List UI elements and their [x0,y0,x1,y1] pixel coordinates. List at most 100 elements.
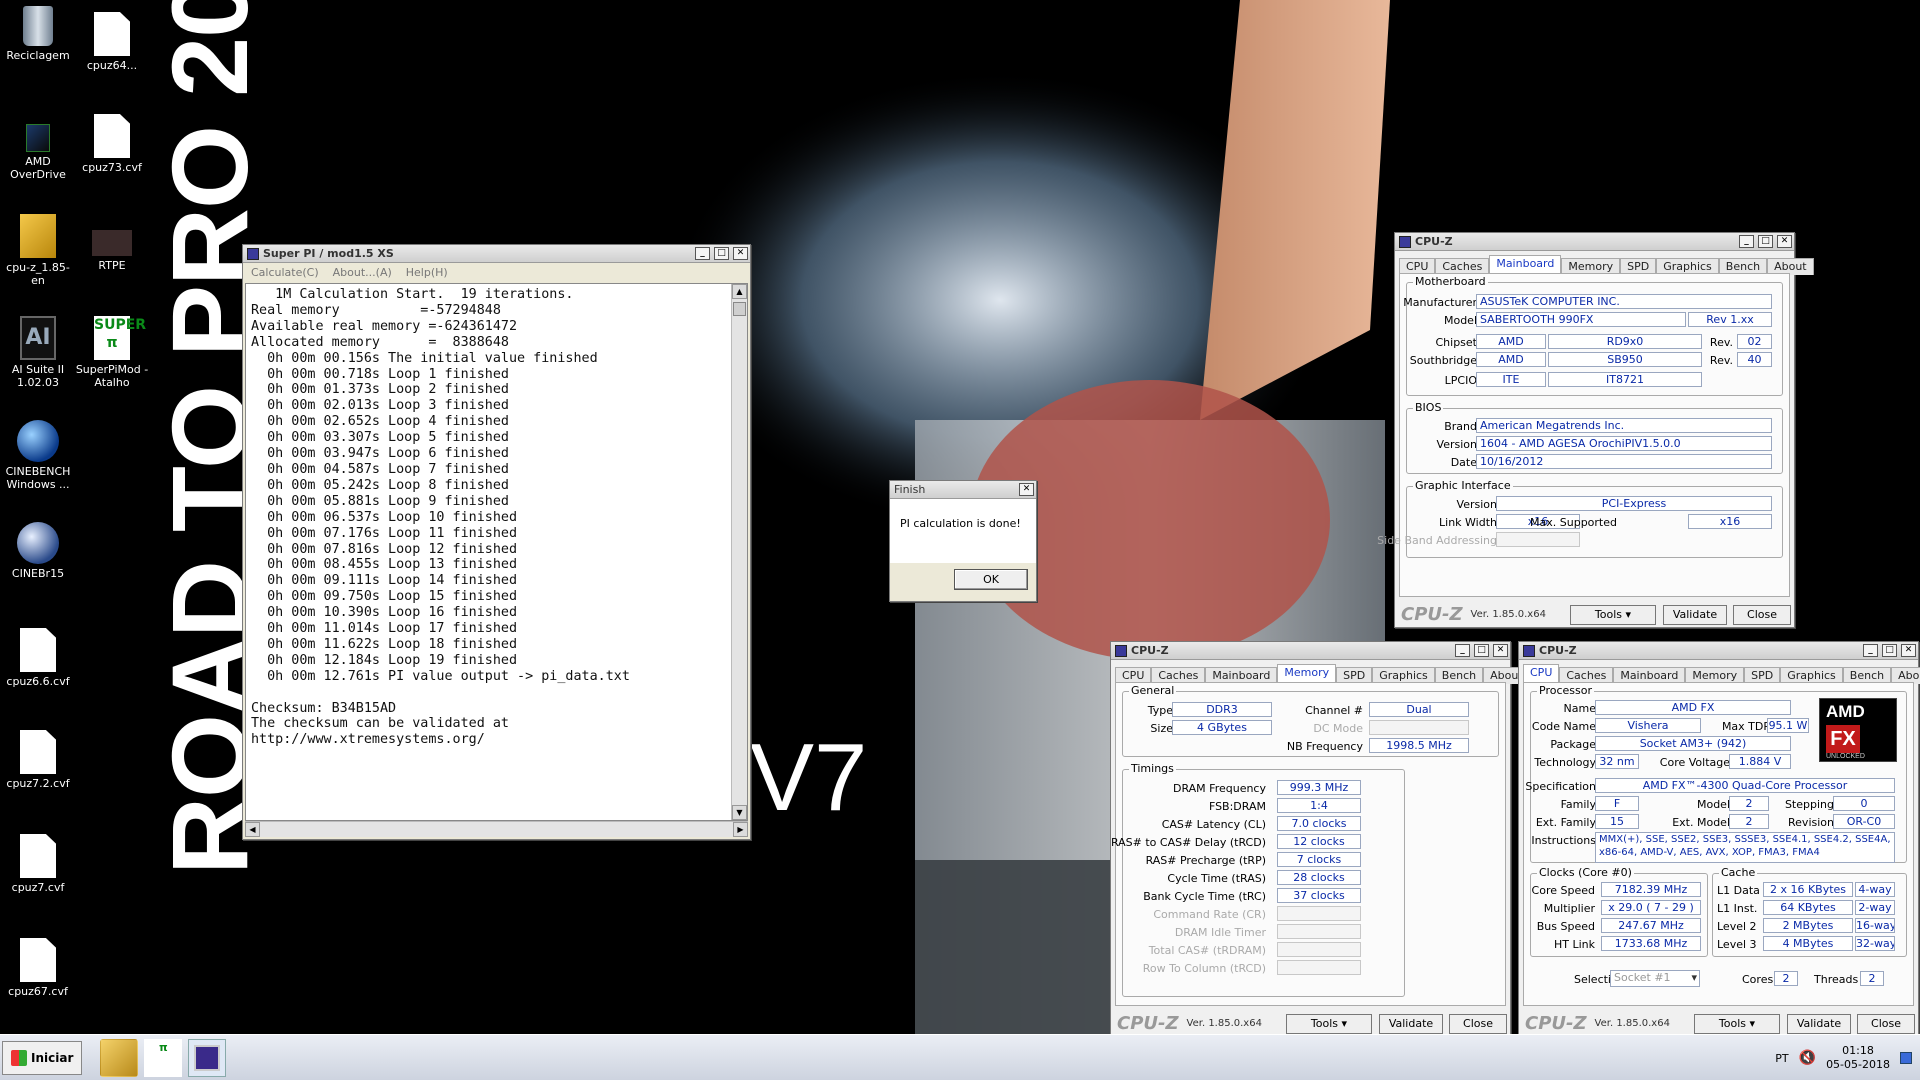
maximize-button[interactable]: □ [714,247,729,260]
clock-date: 05-05-2018 [1826,1058,1890,1071]
validate-button[interactable]: Validate [1787,1014,1851,1034]
cpuz-titlebar[interactable]: CPU-Z _ □ ✕ [1395,233,1794,251]
motherboard-group-label: Motherboard [1413,275,1488,288]
desktop-icon-cpuz-folder[interactable]: cpu-z_1.85-en [0,214,76,287]
desktop-icon-ai-suite[interactable]: AI AI Suite II 1.02.03 [0,316,76,389]
tools-button[interactable]: Tools ▾ [1570,605,1656,625]
core-speed-value: 7182.39 MHz [1601,882,1701,897]
desktop-icon-superpi[interactable]: SUPER π SuperPiMod - Atalho [74,316,150,389]
horizontal-scrollbar[interactable]: ◀ ▶ [245,821,748,837]
close-button[interactable]: ✕ [1901,644,1916,657]
close-button[interactable]: ✕ [1019,483,1034,496]
close-button[interactable]: ✕ [1777,235,1792,248]
close-window-button[interactable]: Close [1733,605,1791,625]
desktop-icon-cpuz7[interactable]: cpuz7.cvf [0,834,76,894]
validate-button[interactable]: Validate [1663,605,1727,625]
ht-link-value: 1733.68 MHz [1601,936,1701,951]
cpuz-tabs: CPU Caches Mainboard Memory SPD Graphics… [1519,660,1920,684]
clock[interactable]: 01:18 05-05-2018 [1826,1044,1890,1072]
minimize-button[interactable]: _ [695,247,710,260]
desktop-icon-label: AI Suite II 1.02.03 [11,363,65,389]
file-icon [20,730,56,774]
ext-model-value: 2 [1729,814,1769,829]
timing-value: 7 clocks [1277,852,1361,867]
maximize-button[interactable]: □ [1758,235,1773,248]
timing-label: RAS# Precharge (tRP) [1145,854,1266,867]
desktop-icon-cpuz66[interactable]: cpuz6.6.cvf [0,628,76,688]
cinebench-icon [17,420,59,462]
superpi-titlebar[interactable]: Super PI / mod1.5 XS _ □ ✕ [243,245,750,263]
close-window-button[interactable]: Close [1449,1014,1507,1034]
cpuz-titlebar[interactable]: CPU-Z _ □ ✕ [1519,642,1918,660]
multiplier-value: x 29.0 ( 7 - 29 ) [1601,900,1701,915]
language-indicator[interactable]: PT [1775,1052,1788,1065]
scroll-left-arrow-icon[interactable]: ◀ [245,822,260,837]
tab-mainboard[interactable]: Mainboard [1489,255,1562,275]
timing-value [1277,924,1361,939]
desktop-icon-cpuz64[interactable]: cpuz64... [74,12,150,72]
cpuz-taskbar-icon[interactable] [188,1038,227,1077]
maximize-button[interactable]: □ [1882,644,1897,657]
scroll-down-arrow-icon[interactable]: ▼ [732,805,747,820]
cpuz-brand-logo: CPU-Z [1117,1012,1179,1034]
desktop-icon-cpuz72[interactable]: cpuz7.2.cvf [0,730,76,790]
chipset-value: RD9x0 [1548,334,1702,349]
cpuz-titlebar[interactable]: CPU-Z _ □ ✕ [1111,642,1510,660]
start-button[interactable]: Iniciar [2,1040,83,1075]
southbridge-rev-label: Rev. [1709,354,1733,367]
max-tdp-label: Max TDP [1721,720,1770,733]
timing-label: Command Rate (CR) [1153,908,1266,921]
scroll-up-arrow-icon[interactable]: ▲ [732,284,747,299]
cpuz-footer: CPU-Z Ver. 1.85.0.x64 Tools ▾ Validate C… [1519,1010,1918,1036]
lpcio-label: LPCIO [1444,374,1477,387]
close-button[interactable]: ✕ [733,247,748,260]
menu-calculate[interactable]: Calculate(C) [251,266,319,279]
desktop-icon-rtpe[interactable]: RTPE [74,230,150,272]
cpuz-mainboard-window: CPU-Z _ □ ✕ CPU Caches Mainboard Memory … [1377,232,1814,628]
finish-dialog-titlebar[interactable]: Finish ✕ [890,481,1036,499]
timing-label: Row To Column (tRCD) [1142,962,1266,975]
chipset-vendor-value: AMD [1476,334,1546,349]
ext-model-label: Ext. Model [1672,816,1730,829]
desktop-icon-cinebr15[interactable]: CINEBr15 [0,522,76,580]
menu-about[interactable]: About...(A) [333,266,392,279]
ht-link-label: HT Link [1553,938,1595,951]
menu-help[interactable]: Help(H) [406,266,448,279]
socket-selector[interactable]: Socket #1 ▾ [1610,970,1700,987]
tools-button[interactable]: Tools ▾ [1694,1014,1780,1034]
desktop-icon-cpuz67[interactable]: cpuz67.cvf [0,938,76,998]
desktop-icon-cinebench[interactable]: CINEBENCH Windows ... [0,420,76,491]
close-window-button[interactable]: Close [1857,1014,1915,1034]
l1-data-way: 4-way [1855,882,1895,897]
cpuz-footer: CPU-Z Ver. 1.85.0.x64 Tools ▾ Validate C… [1395,601,1794,627]
tools-label: Tools [1310,1017,1339,1030]
tools-button[interactable]: Tools ▾ [1286,1014,1372,1034]
close-button[interactable]: ✕ [1493,644,1508,657]
minimize-button[interactable]: _ [1455,644,1470,657]
chevron-down-icon: ▾ [1749,1017,1756,1030]
explorer-taskbar-icon[interactable] [100,1038,139,1077]
superpi-output-area[interactable]: 1M Calculation Start. 19 iterations. Rea… [245,283,748,821]
stepping-label: Stepping [1784,798,1834,811]
ok-button[interactable]: OK [954,569,1028,590]
l1-inst-value: 64 KBytes [1763,900,1853,915]
vertical-scrollbar[interactable]: ▲ ▼ [731,284,747,820]
validate-button[interactable]: Validate [1379,1014,1443,1034]
clocks-group-label: Clocks (Core #0) [1537,866,1634,879]
maximize-button[interactable]: □ [1474,644,1489,657]
speaker-icon[interactable]: 🔇 [1799,1050,1816,1066]
superpi-taskbar-icon[interactable]: π [144,1038,183,1077]
minimize-button[interactable]: _ [1739,235,1754,248]
desktop-icon-cpuz73[interactable]: cpuz73.cvf [74,114,150,174]
show-desktop-icon[interactable] [1900,1052,1912,1064]
model-label: Model [1443,314,1477,327]
desktop-icon-recycle-bin[interactable]: Reciclagem [0,6,76,62]
scroll-thumb[interactable] [733,302,746,316]
desktop-icon-amd-overdrive[interactable]: AMD OverDrive [0,124,76,181]
desktop-icon-label: CINEBENCH Windows ... [5,465,71,491]
timing-label: RAS# to CAS# Delay (tRCD) [1110,836,1266,849]
minimize-button[interactable]: _ [1863,644,1878,657]
scroll-right-arrow-icon[interactable]: ▶ [733,822,748,837]
tab-memory[interactable]: Memory [1277,664,1337,684]
tab-cpu[interactable]: CPU [1523,664,1560,684]
